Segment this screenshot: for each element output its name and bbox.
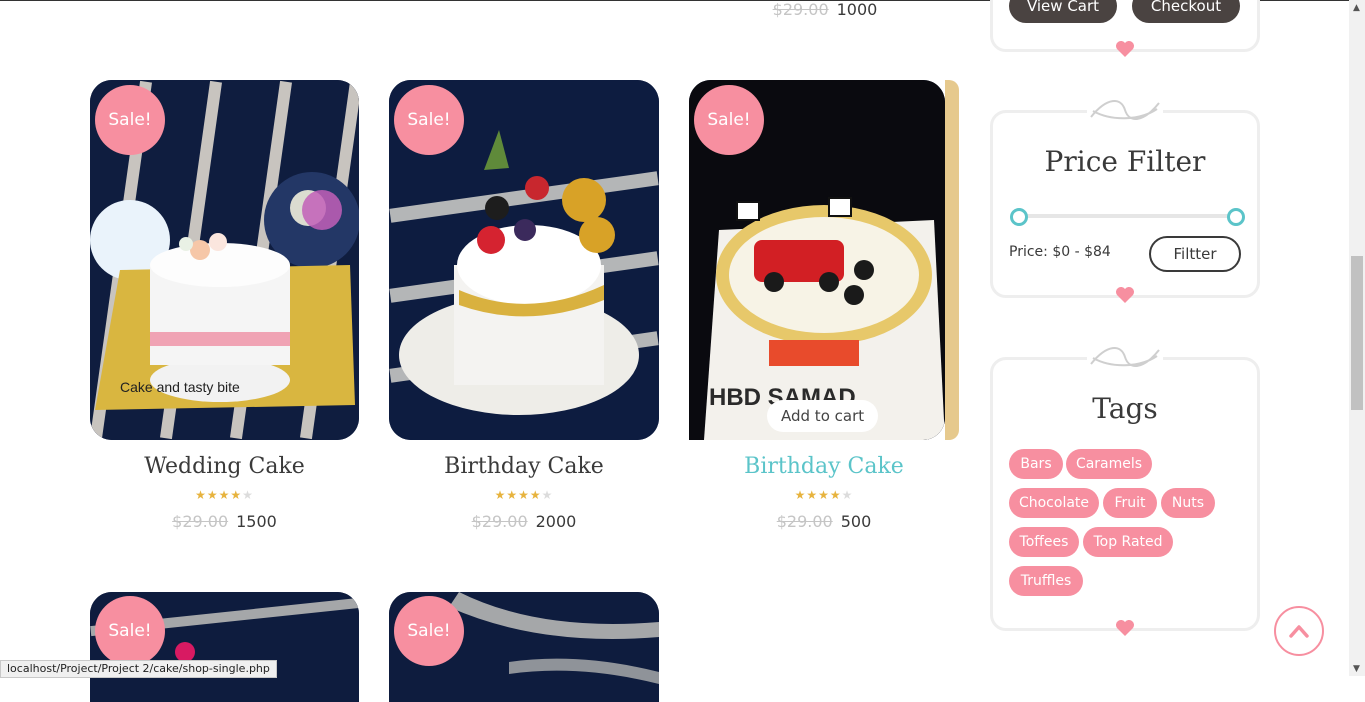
scroll-up-arrow-icon[interactable]: ▲	[1353, 3, 1360, 13]
rating-stars: ★★★★★	[195, 488, 254, 502]
old-price: $29.00	[471, 512, 528, 531]
current-price: 1500	[236, 512, 277, 531]
filter-button[interactable]: Filtter	[1149, 236, 1241, 272]
heart-icon	[1116, 287, 1134, 303]
ornament-icon	[1087, 340, 1163, 374]
current-price: 2000	[535, 512, 577, 531]
price-range-value: $0 - $84	[1052, 244, 1111, 260]
tag-chocolate[interactable]: Chocolate	[1009, 488, 1099, 518]
back-to-top-button[interactable]	[1274, 606, 1324, 656]
price-range-min-handle[interactable]	[1010, 208, 1028, 226]
product-name[interactable]: Birthday Cake	[389, 454, 659, 479]
product-name[interactable]: Birthday Cake	[689, 454, 959, 479]
price-range-label: Price: $0 - $84	[1009, 244, 1111, 260]
add-to-cart-button[interactable]: Add to cart	[767, 400, 879, 432]
product-card[interactable]: Sale!	[389, 592, 659, 702]
price-label: Price:	[1009, 244, 1048, 260]
rating-stars: ★★★★★	[494, 488, 554, 502]
product-card[interactable]: Cake and tasty bite Sale! Wedding Cake ★…	[90, 80, 359, 540]
chevron-up-icon	[1289, 625, 1309, 638]
product-card[interactable]: HBD SAMAD Sale! Add to cart Birthday Cak…	[689, 80, 959, 540]
price-range-max-handle[interactable]	[1227, 208, 1245, 226]
current-price: 500	[840, 512, 872, 531]
tag-bars[interactable]: Bars	[1009, 449, 1063, 479]
heart-icon	[1116, 41, 1134, 57]
product-price: $29.00 1500	[90, 512, 359, 531]
scroll-down-arrow-icon[interactable]: ▼	[1353, 664, 1360, 674]
current-price: 1000	[836, 0, 878, 19]
sale-badge: Sale!	[95, 596, 165, 666]
scrollbar-thumb[interactable]	[1351, 256, 1363, 410]
tag-nuts[interactable]: Nuts	[1161, 488, 1215, 518]
browser-status-url: localhost/Project/Project 2/cake/shop-si…	[0, 660, 277, 678]
heart-icon	[1116, 620, 1134, 636]
product-card[interactable]: Sale! Birthday Cake ★★★★★ $29.00 2000	[389, 80, 659, 540]
tag-top-rated[interactable]: Top Rated	[1083, 527, 1173, 557]
tag-truffles[interactable]: Truffles	[1009, 566, 1083, 596]
product-price: $29.00 500	[689, 512, 959, 531]
tag-toffees[interactable]: Toffees	[1009, 527, 1079, 557]
tags-title: Tags	[1092, 392, 1158, 425]
sale-badge: Sale!	[394, 85, 464, 155]
price-range-track[interactable]	[1019, 214, 1235, 218]
price-filter-widget: Price Filter Price: $0 - $84 Filtter	[990, 110, 1260, 298]
old-price: $29.00	[772, 0, 829, 19]
price-filter-title: Price Filter	[1044, 145, 1206, 178]
rating-stars: ★★★★★	[794, 488, 854, 502]
checkout-button[interactable]: Checkout	[1132, 0, 1240, 23]
sale-badge: Sale!	[694, 85, 764, 155]
tag-caramels[interactable]: Caramels	[1066, 449, 1152, 479]
next-product-image-edge	[945, 80, 959, 440]
top-row-price: $29.00 1000	[760, 0, 890, 19]
page-scrollbar[interactable]: ▲ ▼	[1349, 0, 1365, 676]
ornament-icon	[1087, 93, 1163, 127]
product-price: $29.00 2000	[389, 512, 659, 531]
tag-fruit[interactable]: Fruit	[1103, 488, 1157, 518]
old-price: $29.00	[172, 512, 229, 531]
view-cart-button[interactable]: View Cart	[1009, 0, 1117, 23]
sale-badge: Sale!	[95, 85, 165, 155]
product-name[interactable]: Wedding Cake	[90, 454, 359, 479]
image-caption: Cake and tasty bite	[120, 379, 240, 395]
tags-widget: Tags Bars Caramels Chocolate Fruit Nuts …	[990, 357, 1260, 631]
old-price: $29.00	[776, 512, 833, 531]
sale-badge: Sale!	[394, 596, 464, 666]
